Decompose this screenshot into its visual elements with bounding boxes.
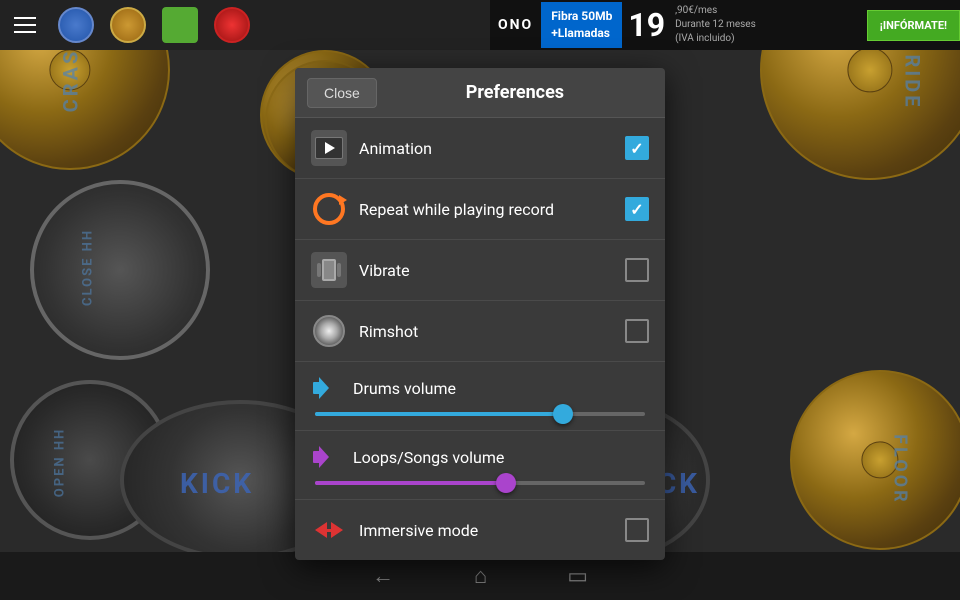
animation-checkbox[interactable] xyxy=(625,136,649,160)
animation-icon xyxy=(311,130,347,166)
drums-volume-icon xyxy=(311,372,343,404)
repeat-label: Repeat while playing record xyxy=(359,200,625,219)
drums-volume-row: Drums volume xyxy=(295,362,665,431)
prefs-header: Close Preferences xyxy=(295,68,665,118)
loops-volume-label: Loops/Songs volume xyxy=(353,448,504,467)
rimshot-label: Rimshot xyxy=(359,322,625,341)
loops-volume-track[interactable] xyxy=(315,481,645,485)
repeat-icon xyxy=(311,191,347,227)
preferences-panel: Close Preferences Animation Repeat while… xyxy=(295,68,665,560)
close-button[interactable]: Close xyxy=(307,78,377,108)
blue-volume-icon xyxy=(313,377,341,399)
immersive-icon xyxy=(311,512,347,548)
repeat-row[interactable]: Repeat while playing record xyxy=(295,179,665,240)
rimshot-row[interactable]: Rimshot xyxy=(295,301,665,362)
vibrate-row[interactable]: Vibrate xyxy=(295,240,665,301)
modal-overlay: Close Preferences Animation Repeat while… xyxy=(0,0,960,600)
drums-volume-track[interactable] xyxy=(315,412,645,416)
loops-volume-icon xyxy=(311,441,343,473)
rimshot-icon xyxy=(311,313,347,349)
immersive-label: Immersive mode xyxy=(359,521,625,540)
loops-volume-row: Loops/Songs volume xyxy=(295,431,665,500)
drums-volume-label: Drums volume xyxy=(353,379,456,398)
loops-volume-thumb[interactable] xyxy=(496,473,516,493)
animation-row[interactable]: Animation xyxy=(295,118,665,179)
prefs-title: Preferences xyxy=(377,82,653,103)
rimshot-checkbox[interactable] xyxy=(625,319,649,343)
drums-volume-thumb[interactable] xyxy=(553,404,573,424)
vibrate-icon-container xyxy=(311,252,347,288)
vibrate-label: Vibrate xyxy=(359,261,625,280)
vibrate-checkbox[interactable] xyxy=(625,258,649,282)
purple-volume-icon xyxy=(313,446,341,468)
immersive-checkbox[interactable] xyxy=(625,518,649,542)
immersive-row[interactable]: Immersive mode xyxy=(295,500,665,560)
repeat-checkbox[interactable] xyxy=(625,197,649,221)
animation-label: Animation xyxy=(359,139,625,158)
loops-volume-fill xyxy=(315,481,506,485)
drums-volume-fill xyxy=(315,412,563,416)
